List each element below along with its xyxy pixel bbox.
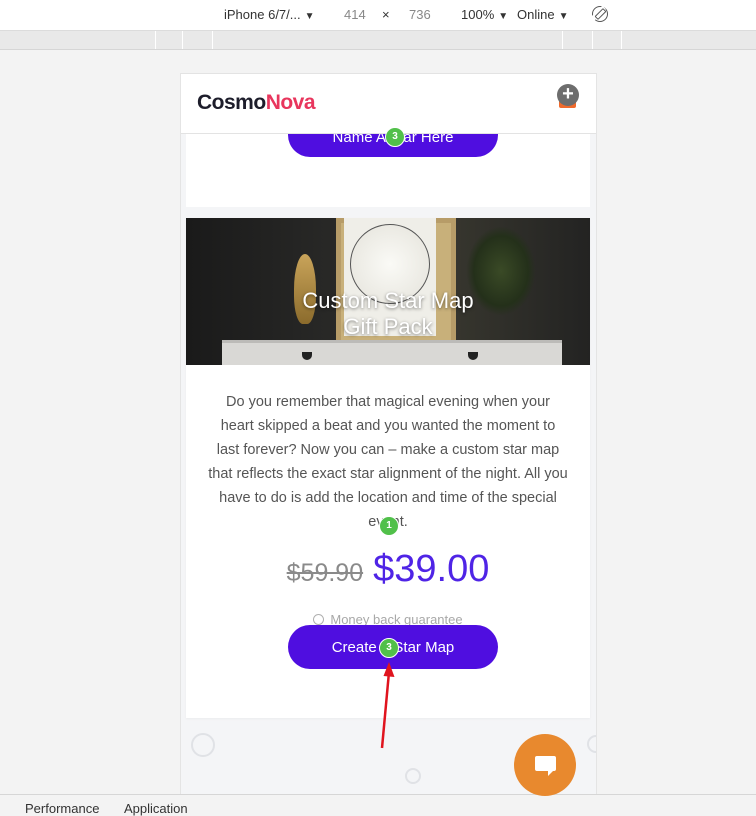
caret-down-icon: ▼ <box>304 11 315 22</box>
logo-part1: Cosmo <box>197 91 266 114</box>
device-label: iPhone 6/7/... <box>224 7 301 22</box>
media-query-ruler <box>0 31 756 50</box>
height-input[interactable]: 736 <box>409 7 431 22</box>
device-select[interactable]: iPhone 6/7/... ▼ <box>224 7 315 22</box>
chat-icon <box>535 756 556 771</box>
cart-icon[interactable]: + <box>557 84 579 110</box>
old-price: $59.90 <box>286 559 364 587</box>
logo-part2: Nova <box>265 91 316 114</box>
times-separator: × <box>382 7 390 22</box>
product-title-line2: Gift Pack <box>343 314 433 339</box>
previous-product-card: Name A Star Here 3 <box>186 103 590 207</box>
dresser-graphic <box>222 340 562 365</box>
decor-circle <box>405 768 421 784</box>
check-circle-icon <box>313 614 325 626</box>
chat-button[interactable] <box>514 734 576 796</box>
product-hero-image: Custom Star Map Gift Pack <box>186 218 590 365</box>
new-price: $39.00 <box>373 548 490 590</box>
annotation-marker: 3 <box>379 638 399 658</box>
network-label: Online <box>517 7 555 22</box>
tab-performance[interactable]: Performance <box>25 801 99 816</box>
devtools-bottom-tabs: Performance Application <box>0 794 756 816</box>
network-select[interactable]: Online ▼ <box>517 7 568 22</box>
devtools-toolbar: iPhone 6/7/... ▼ 414 × 736 100% ▼ Online ▼ <box>0 0 756 31</box>
product-card: Custom Star Map Gift Pack Do you remembe… <box>186 218 590 718</box>
decor-circle <box>587 735 596 753</box>
price-row: $59.90 $39.00 <box>186 548 590 592</box>
caret-down-icon: ▼ <box>558 11 569 22</box>
plus-icon: + <box>557 84 579 106</box>
zoom-label: 100% <box>461 7 495 22</box>
product-title-line1: Custom Star Map <box>302 288 474 313</box>
logo[interactable]: CosmoNova <box>197 91 316 115</box>
site-header: CosmoNova + <box>181 73 596 134</box>
annotation-marker: 3 <box>385 127 405 147</box>
decor-circle <box>191 733 215 757</box>
tab-application[interactable]: Application <box>124 801 188 816</box>
chat-icon-tail <box>548 770 554 776</box>
width-input[interactable]: 414 <box>344 7 366 22</box>
rotate-icon[interactable] <box>592 6 608 22</box>
annotation-marker: 1 <box>379 516 399 536</box>
zoom-select[interactable]: 100% ▼ <box>461 7 508 22</box>
product-description: Do you remember that magical evening whe… <box>208 394 568 530</box>
device-viewport: CosmoNova + Name A Star Here 3 Custom St… <box>180 73 597 813</box>
product-title: Custom Star Map Gift Pack <box>186 288 590 340</box>
caret-down-icon: ▼ <box>498 11 509 22</box>
